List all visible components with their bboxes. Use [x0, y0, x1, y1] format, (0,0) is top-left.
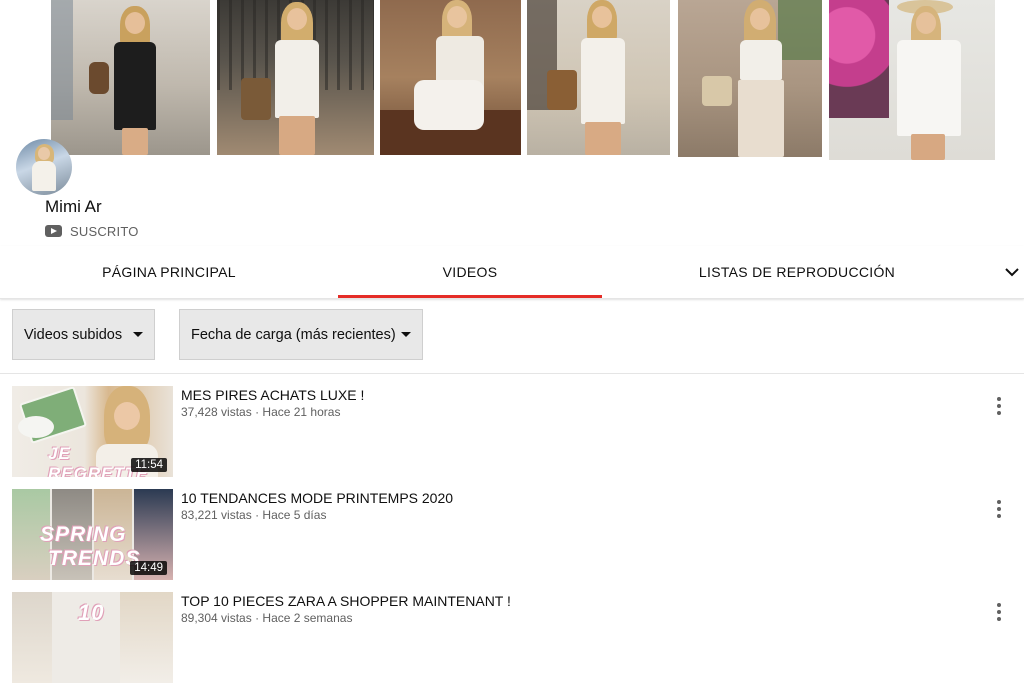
banner-photo — [527, 0, 670, 155]
meta-separator: · — [255, 405, 260, 419]
meta-separator: · — [255, 611, 260, 625]
video-metadata: 89,304 vistas · Hace 2 semanas — [181, 611, 352, 625]
more-options-icon[interactable] — [988, 497, 1010, 521]
video-thumbnail[interactable]: JE REGRETTE 11:54 — [12, 386, 173, 477]
video-duration: 14:49 — [130, 561, 167, 575]
upload-age: Hace 2 semanas — [262, 611, 353, 625]
tab-videos[interactable]: VIDEOS — [338, 246, 602, 298]
subscribed-label: SUSCRITO — [70, 223, 139, 239]
thumbnail-caption: SPRING — [40, 523, 127, 546]
banner-photo — [829, 0, 995, 160]
video-title[interactable]: MES PIRES ACHATS LUXE ! — [181, 387, 364, 403]
view-count: 37,428 vistas — [181, 405, 252, 419]
banner-photo — [380, 0, 521, 155]
video-title[interactable]: TOP 10 PIECES ZARA A SHOPPER MAINTENANT … — [181, 593, 511, 609]
view-count: 89,304 vistas — [181, 611, 252, 625]
more-options-icon[interactable] — [988, 394, 1010, 418]
sort-order-filter[interactable]: Fecha de carga (más recientes) — [179, 309, 423, 360]
video-list-item[interactable]: JE REGRETTE 11:54 MES PIRES ACHATS LUXE … — [0, 386, 1024, 481]
video-list-item[interactable]: SPRING TRENDS 14:49 10 TENDANCES MODE PR… — [0, 489, 1024, 584]
channel-tabs: PÁGINA PRINCIPAL VIDEOS LISTAS DE REPROD… — [0, 246, 1024, 299]
video-thumbnail[interactable]: SPRING TRENDS 14:49 — [12, 489, 173, 580]
dropdown-caret-icon — [133, 332, 143, 337]
tab-playlists[interactable]: LISTAS DE REPRODUCCIÓN — [602, 246, 992, 298]
upload-type-filter[interactable]: Videos subidos — [12, 309, 155, 360]
channel-avatar[interactable] — [16, 139, 72, 195]
tab-home[interactable]: PÁGINA PRINCIPAL — [0, 246, 338, 298]
more-options-icon[interactable] — [988, 600, 1010, 624]
thumbnail-caption: 10 — [78, 600, 105, 625]
meta-separator: · — [255, 508, 260, 522]
video-thumbnail[interactable]: 10 — [12, 592, 173, 683]
tab-label: LISTAS DE REPRODUCCIÓN — [698, 264, 896, 280]
youtube-play-icon — [45, 225, 62, 237]
channel-banner — [0, 0, 1024, 162]
dropdown-caret-icon — [401, 332, 411, 337]
upload-age: Hace 21 horas — [262, 405, 341, 419]
chevron-down-icon[interactable] — [1000, 258, 1024, 286]
video-metadata: 83,221 vistas · Hace 5 días — [181, 508, 326, 522]
tab-label: VIDEOS — [442, 264, 498, 280]
thumbnail-caption: TRENDS — [48, 547, 141, 570]
filter-value: Fecha de carga (más recientes) — [191, 326, 396, 343]
banner-photo — [51, 0, 210, 155]
banner-photo — [678, 0, 822, 157]
subscribed-status[interactable]: SUSCRITO — [45, 223, 139, 239]
video-duration: 11:54 — [131, 458, 167, 472]
banner-photo — [217, 0, 374, 155]
video-list-item[interactable]: 10 TOP 10 PIECES ZARA A SHOPPER MAINTENA… — [0, 592, 1024, 687]
video-title[interactable]: 10 TENDANCES MODE PRINTEMPS 2020 — [181, 490, 453, 506]
channel-name: Mimi Ar — [45, 197, 102, 216]
view-count: 83,221 vistas — [181, 508, 252, 522]
divider — [0, 373, 1024, 374]
filter-value: Videos subidos — [24, 326, 123, 343]
upload-age: Hace 5 días — [262, 508, 327, 522]
tab-label: PÁGINA PRINCIPAL — [102, 264, 236, 280]
video-metadata: 37,428 vistas · Hace 21 horas — [181, 405, 340, 419]
